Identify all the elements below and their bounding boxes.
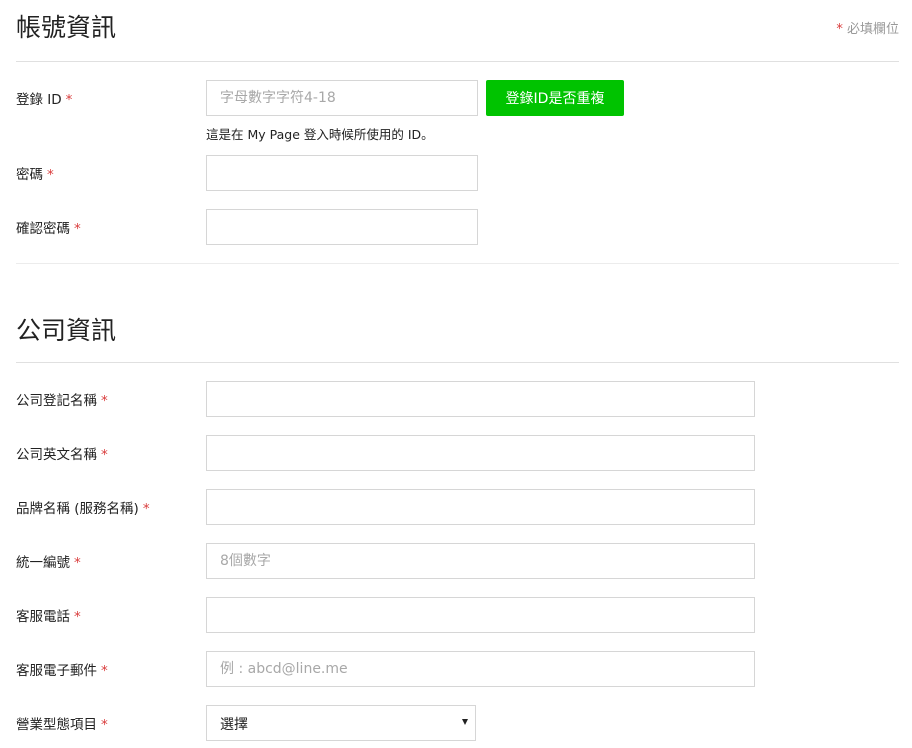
required-star: *	[47, 167, 54, 183]
service-phone-label: 客服電話 *	[16, 607, 81, 627]
service-email-input[interactable]	[206, 651, 755, 687]
account-section-header: 帳號資訊 * 必填欄位	[16, 0, 899, 62]
required-note-text: 必填欄位	[846, 22, 899, 37]
required-star: *	[142, 501, 150, 517]
company-section-header: 公司資訊	[16, 300, 899, 363]
required-star: *	[101, 663, 108, 679]
required-star: *	[74, 555, 81, 571]
brand-name-label: 品牌名稱 (服務名稱) *	[16, 499, 150, 519]
login-id-label: 登錄 ID *	[16, 90, 72, 110]
business-type-label: 營業型態項目 *	[16, 715, 108, 735]
required-fields-note: * 必填欄位	[836, 18, 899, 37]
required-star: *	[101, 393, 108, 409]
service-phone-label-text: 客服電話	[16, 609, 70, 625]
brand-name-label-text: 品牌名稱 (服務名稱)	[16, 501, 139, 517]
login-id-help-text: 這是在 My Page 登入時候所使用的 ID。	[206, 127, 434, 142]
business-type-select[interactable]: 選擇	[206, 705, 476, 741]
business-type-selected-value: 選擇	[220, 717, 248, 733]
required-star: *	[65, 92, 73, 108]
account-section-title: 帳號資訊	[16, 13, 117, 42]
company-registered-name-label: 公司登記名稱 *	[16, 391, 108, 411]
service-email-label-text: 客服電子郵件	[16, 663, 97, 679]
company-english-name-label-text: 公司英文名稱	[16, 447, 97, 463]
confirm-password-input[interactable]	[206, 209, 478, 245]
check-login-id-button[interactable]: 登錄ID是否重複	[486, 80, 624, 116]
login-id-label-text: 登錄 ID	[16, 92, 62, 108]
login-id-input[interactable]	[206, 80, 478, 116]
required-star: *	[74, 221, 81, 237]
section-divider	[16, 263, 899, 264]
registration-form: 帳號資訊 * 必填欄位 登錄 ID* 登錄ID是否重複 這是在 My Page …	[0, 0, 912, 748]
company-registered-name-input[interactable]	[206, 381, 755, 417]
company-english-name-input[interactable]	[206, 435, 755, 471]
brand-name-input[interactable]	[206, 489, 755, 525]
password-label-text: 密碼	[16, 167, 43, 183]
company-registered-name-label-text: 公司登記名稱	[16, 393, 97, 409]
password-label: 密碼 *	[16, 165, 54, 185]
required-note-star: *	[836, 22, 843, 37]
tax-id-label: 統一編號 *	[16, 553, 81, 573]
confirm-password-label-text: 確認密碼	[16, 221, 70, 237]
tax-id-label-text: 統一編號	[16, 555, 70, 571]
dropdown-arrow-icon	[462, 719, 468, 725]
tax-id-input[interactable]	[206, 543, 755, 579]
confirm-password-label: 確認密碼 *	[16, 219, 81, 239]
service-email-label: 客服電子郵件 *	[16, 661, 108, 681]
service-phone-input[interactable]	[206, 597, 755, 633]
company-english-name-label: 公司英文名稱 *	[16, 445, 108, 465]
business-type-label-text: 營業型態項目	[16, 717, 97, 733]
required-star: *	[101, 447, 108, 463]
required-star: *	[74, 609, 81, 625]
company-section-title: 公司資訊	[16, 316, 117, 345]
required-star: *	[101, 717, 108, 733]
password-input[interactable]	[206, 155, 478, 191]
